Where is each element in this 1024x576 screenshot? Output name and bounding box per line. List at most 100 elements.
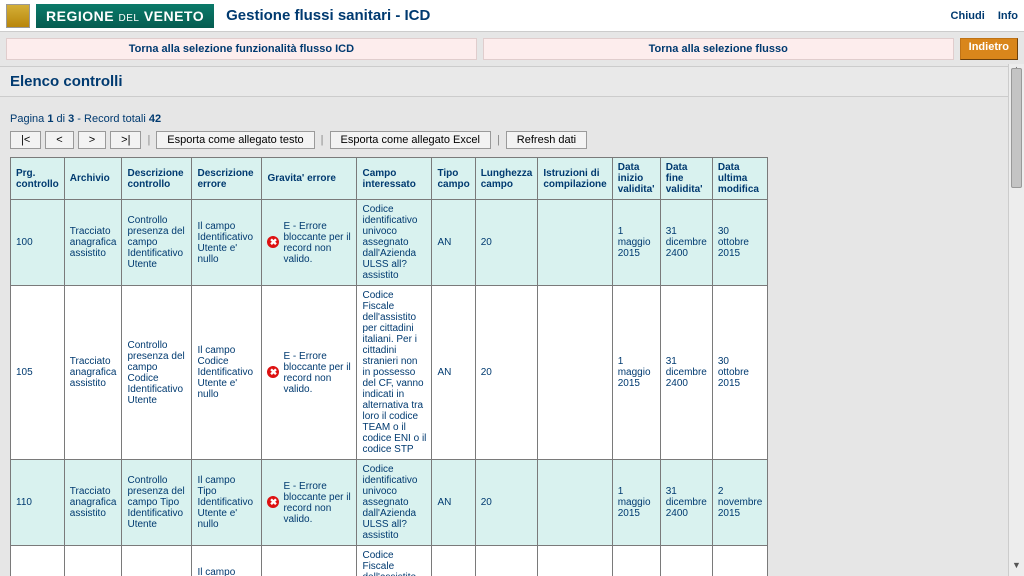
cell-prg: 105 bbox=[11, 286, 65, 460]
cell-desc_err: Il campo Codice Identificativo Utente e'… bbox=[192, 286, 262, 460]
pager-info: Pagina 1 di 3 - Record totali 42 bbox=[10, 113, 1014, 125]
app-header: REGIONE DEL VENETO Gestione flussi sanit… bbox=[0, 0, 1024, 32]
cell-tipo: AN bbox=[432, 546, 475, 576]
col-campo[interactable]: Campo interessato bbox=[357, 158, 432, 200]
prev-page-button[interactable]: < bbox=[45, 131, 73, 149]
brand-del: DEL bbox=[118, 13, 139, 24]
toolbar-sep: | bbox=[321, 134, 324, 146]
cell-desc_ctrl: Controllo validita' campo Tipo bbox=[122, 546, 192, 576]
brand-badge: REGIONE DEL VENETO bbox=[36, 4, 214, 28]
cell-gravita: ✖E - Errore bloccante per il record non … bbox=[262, 286, 357, 460]
toolbar: |< < > >| | Esporta come allegato testo … bbox=[10, 131, 1014, 149]
col-istruzioni[interactable]: Istruzioni di compilazione bbox=[538, 158, 612, 200]
content-area: Pagina 1 di 3 - Record totali 42 |< < > … bbox=[0, 97, 1024, 576]
cell-desc_ctrl: Controllo presenza del campo Codice Iden… bbox=[122, 286, 192, 460]
col-archivio[interactable]: Archivio bbox=[64, 158, 122, 200]
cell-lunghezza bbox=[475, 546, 538, 576]
cell-archivio: Tracciato anagrafica assistito bbox=[64, 200, 122, 286]
cell-campo: Codice identificativo univoco assegnato … bbox=[357, 460, 432, 546]
col-lunghezza[interactable]: Lunghezza campo bbox=[475, 158, 538, 200]
cell-gravita: ✖ E - Errore bloccante per il record non … bbox=[262, 200, 357, 286]
refresh-button[interactable]: Refresh dati bbox=[506, 131, 587, 149]
cell-prg: 111 bbox=[11, 546, 65, 576]
cell-lunghezza: 20 bbox=[475, 286, 538, 460]
cell-tipo: AN bbox=[432, 200, 475, 286]
cell-div: 1 maggio bbox=[612, 546, 660, 576]
cell-prg: 100 bbox=[11, 200, 65, 286]
error-icon: ✖ bbox=[267, 366, 279, 378]
cell-campo: Codice identificativo univoco assegnato … bbox=[357, 200, 432, 286]
vertical-scrollbar[interactable]: ▲ ▼ bbox=[1008, 64, 1024, 576]
cell-desc_err: Il campo Identificativo Utente e' nullo bbox=[192, 200, 262, 286]
cell-campo: Codice Fiscale dell'assistito per cittad… bbox=[357, 286, 432, 460]
cell-istruzioni bbox=[538, 546, 612, 576]
cell-tipo: AN bbox=[432, 286, 475, 460]
export-excel-button[interactable]: Esporta come allegato Excel bbox=[330, 131, 491, 149]
col-data-inizio[interactable]: Data inizio validita' bbox=[612, 158, 660, 200]
close-link[interactable]: Chiudi bbox=[951, 10, 985, 22]
gravita-text: E - Errore bloccante per il record non v… bbox=[283, 221, 351, 265]
cell-gravita: ✖E - Errore bloccante per il record bbox=[262, 546, 357, 576]
nav-link-flow[interactable]: Torna alla selezione flusso bbox=[483, 38, 954, 60]
col-desc-err[interactable]: Descrizione errore bbox=[192, 158, 262, 200]
cell-lunghezza: 20 bbox=[475, 200, 538, 286]
cell-desc_err: Il campo Tipo Identificativo Utente non … bbox=[192, 546, 262, 576]
pager-di: di bbox=[53, 113, 68, 125]
col-prg[interactable]: Prg. controllo bbox=[11, 158, 65, 200]
cell-archivio: Tracciato anagrafica assistito bbox=[64, 546, 122, 576]
cell-dum: 2 novembre bbox=[712, 546, 767, 576]
col-data-modifica[interactable]: Data ultima modifica bbox=[712, 158, 767, 200]
nav-bar: Torna alla selezione funzionalità flusso… bbox=[0, 32, 1024, 66]
region-logo-icon bbox=[6, 4, 30, 28]
controls-table: Prg. controllo Archivio Descrizione cont… bbox=[10, 157, 768, 576]
cell-istruzioni bbox=[538, 460, 612, 546]
table-row[interactable]: 105Tracciato anagrafica assistitoControl… bbox=[11, 286, 768, 460]
cell-prg: 110 bbox=[11, 460, 65, 546]
nav-link-functionality[interactable]: Torna alla selezione funzionalità flusso… bbox=[6, 38, 477, 60]
app-title: Gestione flussi sanitari - ICD bbox=[226, 7, 430, 24]
pager-prefix: Pagina bbox=[10, 113, 47, 125]
back-button[interactable]: Indietro bbox=[960, 38, 1018, 60]
cell-istruzioni bbox=[538, 286, 612, 460]
header-links: Chiudi Info bbox=[941, 10, 1018, 22]
cell-dfv: 31 dicembre 2400 bbox=[660, 460, 712, 546]
pager-total-records: 42 bbox=[149, 113, 161, 125]
cell-desc_ctrl: Controllo presenza del campo Identificat… bbox=[122, 200, 192, 286]
table-row[interactable]: 110Tracciato anagrafica assistitoControl… bbox=[11, 460, 768, 546]
info-link[interactable]: Info bbox=[998, 10, 1018, 22]
table-row[interactable]: 100Tracciato anagrafica assistitoControl… bbox=[11, 200, 768, 286]
cell-tipo: AN bbox=[432, 460, 475, 546]
cell-archivio: Tracciato anagrafica assistito bbox=[64, 286, 122, 460]
pager-rec-prefix: - Record totali bbox=[74, 113, 149, 125]
export-text-button[interactable]: Esporta come allegato testo bbox=[156, 131, 314, 149]
col-data-fine[interactable]: Data fine validita' bbox=[660, 158, 712, 200]
first-page-button[interactable]: |< bbox=[10, 131, 41, 149]
col-desc-ctrl[interactable]: Descrizione controllo bbox=[122, 158, 192, 200]
scroll-down-icon[interactable]: ▼ bbox=[1009, 560, 1024, 576]
last-page-button[interactable]: >| bbox=[110, 131, 141, 149]
cell-lunghezza: 20 bbox=[475, 460, 538, 546]
gravita-text: E - Errore bloccante per il record non v… bbox=[283, 481, 351, 525]
error-icon: ✖ bbox=[267, 496, 279, 508]
cell-dfv: 31 dicembre bbox=[660, 546, 712, 576]
cell-div: 1 maggio 2015 bbox=[612, 200, 660, 286]
next-page-button[interactable]: > bbox=[78, 131, 106, 149]
cell-div: 1 maggio 2015 bbox=[612, 286, 660, 460]
table-row[interactable]: 111Tracciato anagrafica assistitoControl… bbox=[11, 546, 768, 576]
col-tipo[interactable]: Tipo campo bbox=[432, 158, 475, 200]
cell-dum: 30 ottobre 2015 bbox=[712, 200, 767, 286]
cell-archivio: Tracciato anagrafica assistito bbox=[64, 460, 122, 546]
toolbar-sep: | bbox=[497, 134, 500, 146]
cell-desc_err: Il campo Tipo Identificativo Utente e' n… bbox=[192, 460, 262, 546]
cell-dum: 2 novembre 2015 bbox=[712, 460, 767, 546]
cell-dfv: 31 dicembre 2400 bbox=[660, 286, 712, 460]
brand-veneto: VENETO bbox=[144, 8, 204, 24]
col-gravita[interactable]: Gravita' errore bbox=[262, 158, 357, 200]
toolbar-sep: | bbox=[147, 134, 150, 146]
scroll-thumb[interactable] bbox=[1011, 68, 1022, 188]
table-header-row: Prg. controllo Archivio Descrizione cont… bbox=[11, 158, 768, 200]
cell-dum: 30 ottobre 2015 bbox=[712, 286, 767, 460]
error-icon: ✖ bbox=[267, 236, 279, 248]
cell-dfv: 31 dicembre 2400 bbox=[660, 200, 712, 286]
cell-gravita: ✖ E - Errore bloccante per il record non … bbox=[262, 460, 357, 546]
